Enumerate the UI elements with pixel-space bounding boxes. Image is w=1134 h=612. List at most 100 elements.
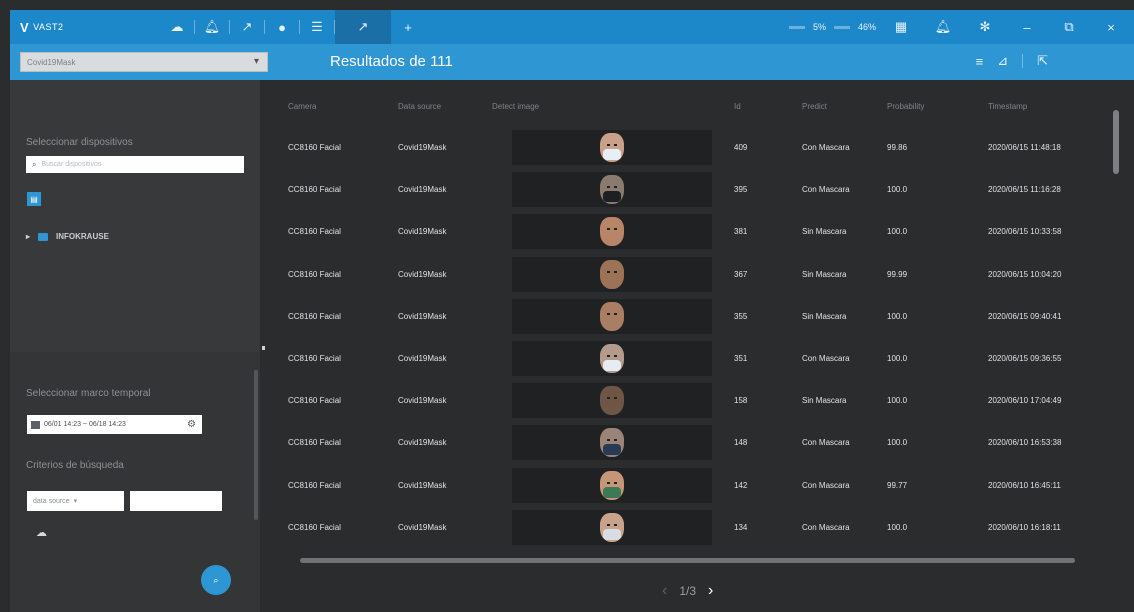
grid-icon[interactable]: ▦ <box>884 10 918 44</box>
logo-text: VAST2 <box>33 22 64 32</box>
header-detect-image[interactable]: Detect image <box>492 102 539 111</box>
export-icon[interactable]: ⇱ <box>1037 53 1048 69</box>
detect-image[interactable] <box>512 509 712 545</box>
cell-probability: 100.0 <box>887 354 908 363</box>
table-row[interactable]: CC8160 Facial Covid19Mask 409 Con Mascara 99… <box>278 130 1106 167</box>
detect-image[interactable] <box>512 214 712 250</box>
next-page-icon[interactable]: › <box>708 582 713 600</box>
face-eye <box>607 144 610 146</box>
face-eye <box>607 397 610 400</box>
detect-image[interactable] <box>512 383 712 419</box>
table-row[interactable]: CC8160 Facial Covid19Mask 158 Sin Mascara 10… <box>278 383 1106 420</box>
detect-image[interactable] <box>512 256 712 292</box>
menu-icon[interactable]: ≡ <box>976 54 984 69</box>
face-eye <box>614 312 617 315</box>
table-row[interactable]: CC8160 Facial Covid19Mask 142 Con Mascara 99… <box>278 467 1106 505</box>
app-logo[interactable]: V VAST2 <box>10 20 160 35</box>
analytics-icon[interactable]: ↗ <box>230 10 264 44</box>
cell-id: 351 <box>734 354 748 363</box>
detect-image[interactable] <box>512 130 712 165</box>
header-id[interactable]: Id <box>734 102 741 111</box>
header-camera[interactable]: Camera <box>288 102 316 111</box>
face-mask <box>603 444 621 456</box>
criteria-select[interactable]: data source ▾ <box>27 491 124 511</box>
cell-predict: Con Mascara <box>802 185 850 195</box>
pagination: ‹ 1/3 › <box>662 582 713 600</box>
face-eye <box>607 228 610 231</box>
device-search-input[interactable]: ⌕ Buscar dispositivos <box>26 156 244 173</box>
cell-camera: CC8160 Facial <box>288 522 341 532</box>
close-icon[interactable]: × <box>1094 10 1128 44</box>
cell-id: 381 <box>734 227 748 237</box>
minimize-icon[interactable]: – <box>1010 10 1044 44</box>
cloud-icon[interactable]: ☁ <box>36 526 47 539</box>
face-mask <box>603 360 621 371</box>
sub-bar: Covid19Mask ▾ Resultados de 111 ≡ ⊿ ⇱ <box>10 44 1134 80</box>
cell-timestamp: 2020/06/10 16:45:11 <box>988 480 1061 490</box>
face-eye <box>614 270 617 273</box>
table-row[interactable]: CC8160 Facial Covid19Mask 148 Con Mascara 10… <box>278 425 1106 462</box>
face-mask <box>603 486 621 498</box>
collapse-panel-handle[interactable] <box>262 346 265 350</box>
face-eye <box>614 523 617 526</box>
cell-timestamp: 2020/06/15 10:04:20 <box>988 269 1062 279</box>
table-row[interactable]: CC8160 Facial Covid19Mask 367 Sin Mascara 99… <box>278 256 1106 294</box>
cell-probability: 99.77 <box>887 480 908 490</box>
table-row[interactable]: CC8160 Facial Covid19Mask 395 Con Mascara 10… <box>278 172 1106 209</box>
table-row[interactable]: CC8160 Facial Covid19Mask 381 Sin Mascara 10… <box>278 214 1106 251</box>
bell-icon[interactable]: 🔔︎ <box>926 10 960 44</box>
cell-camera: CC8160 Facial <box>288 438 341 448</box>
expand-icon[interactable]: ▸ <box>26 232 30 241</box>
criteria-value-input[interactable] <box>130 491 222 511</box>
table-row[interactable]: CC8160 Facial Covid19Mask 134 Con Mascara 10… <box>278 509 1106 547</box>
cell-camera: CC8160 Facial <box>288 269 341 279</box>
cell-data-source: Covid19Mask <box>398 185 447 195</box>
gear-icon[interactable]: ⚙ <box>187 419 196 430</box>
cell-probability: 99.99 <box>887 269 908 279</box>
detect-image[interactable] <box>512 467 712 503</box>
table-horizontal-scrollbar[interactable] <box>300 558 1075 563</box>
face-eye <box>614 397 617 400</box>
search-button[interactable]: ⌕ <box>201 565 231 595</box>
data-source-select[interactable]: Covid19Mask ▾ <box>20 52 268 72</box>
detect-image[interactable] <box>512 172 712 208</box>
face-eye <box>607 270 610 273</box>
detect-image[interactable] <box>512 341 712 376</box>
header-timestamp[interactable]: Timestamp <box>988 102 1027 111</box>
table-row[interactable]: CC8160 Facial Covid19Mask 351 Con Mascara 10… <box>278 341 1106 378</box>
add-icon[interactable]: + <box>391 10 425 44</box>
bell-icon[interactable]: 🔔︎ <box>195 10 229 44</box>
date-range-picker[interactable]: 06/01 14:23 ~ 06/18 14:23 ⚙ <box>27 415 202 434</box>
restore-icon[interactable]: ⧉ <box>1052 10 1086 44</box>
cell-data-source: Covid19Mask <box>398 438 447 448</box>
cell-probability: 100.0 <box>887 396 908 406</box>
cell-data-source: Covid19Mask <box>398 269 447 279</box>
header-probability[interactable]: Probability <box>887 102 924 111</box>
cell-id: 148 <box>734 438 748 448</box>
table-row[interactable]: CC8160 Facial Covid19Mask 355 Sin Mascara 10… <box>278 298 1106 336</box>
list-icon[interactable]: ☰ <box>300 10 334 44</box>
face-eye <box>607 355 610 357</box>
tree-item-infokrause[interactable]: ▸ INFOKRAUSE <box>26 232 109 241</box>
face-eye <box>607 439 610 442</box>
detect-image[interactable] <box>512 298 712 334</box>
cloud-icon[interactable]: ☁ <box>160 10 194 44</box>
detect-image[interactable] <box>512 425 712 461</box>
chart-icon[interactable]: ⊿ <box>997 53 1008 69</box>
cell-predict: Sin Mascara <box>802 396 847 406</box>
table-vertical-scrollbar[interactable] <box>1113 110 1119 174</box>
face-eye <box>614 481 617 484</box>
header-data-source[interactable]: Data source <box>398 102 441 111</box>
device-list-button[interactable]: ▤ <box>27 192 41 206</box>
memory-stat: 46% <box>857 22 876 32</box>
analytics-active-icon[interactable]: ↗ <box>335 10 391 44</box>
face-eye <box>614 144 617 146</box>
header-predict[interactable]: Predict <box>802 102 827 111</box>
previous-page-icon[interactable]: ‹ <box>662 582 667 600</box>
divider <box>1022 54 1024 68</box>
pin-icon[interactable]: ● <box>265 10 299 44</box>
settings-icon[interactable]: ✻ <box>968 10 1002 44</box>
panel-scrollbar[interactable] <box>254 370 258 520</box>
cell-id: 409 <box>734 143 748 152</box>
filter-panel: Seleccionar dispositivos ⌕ Buscar dispos… <box>10 80 260 612</box>
